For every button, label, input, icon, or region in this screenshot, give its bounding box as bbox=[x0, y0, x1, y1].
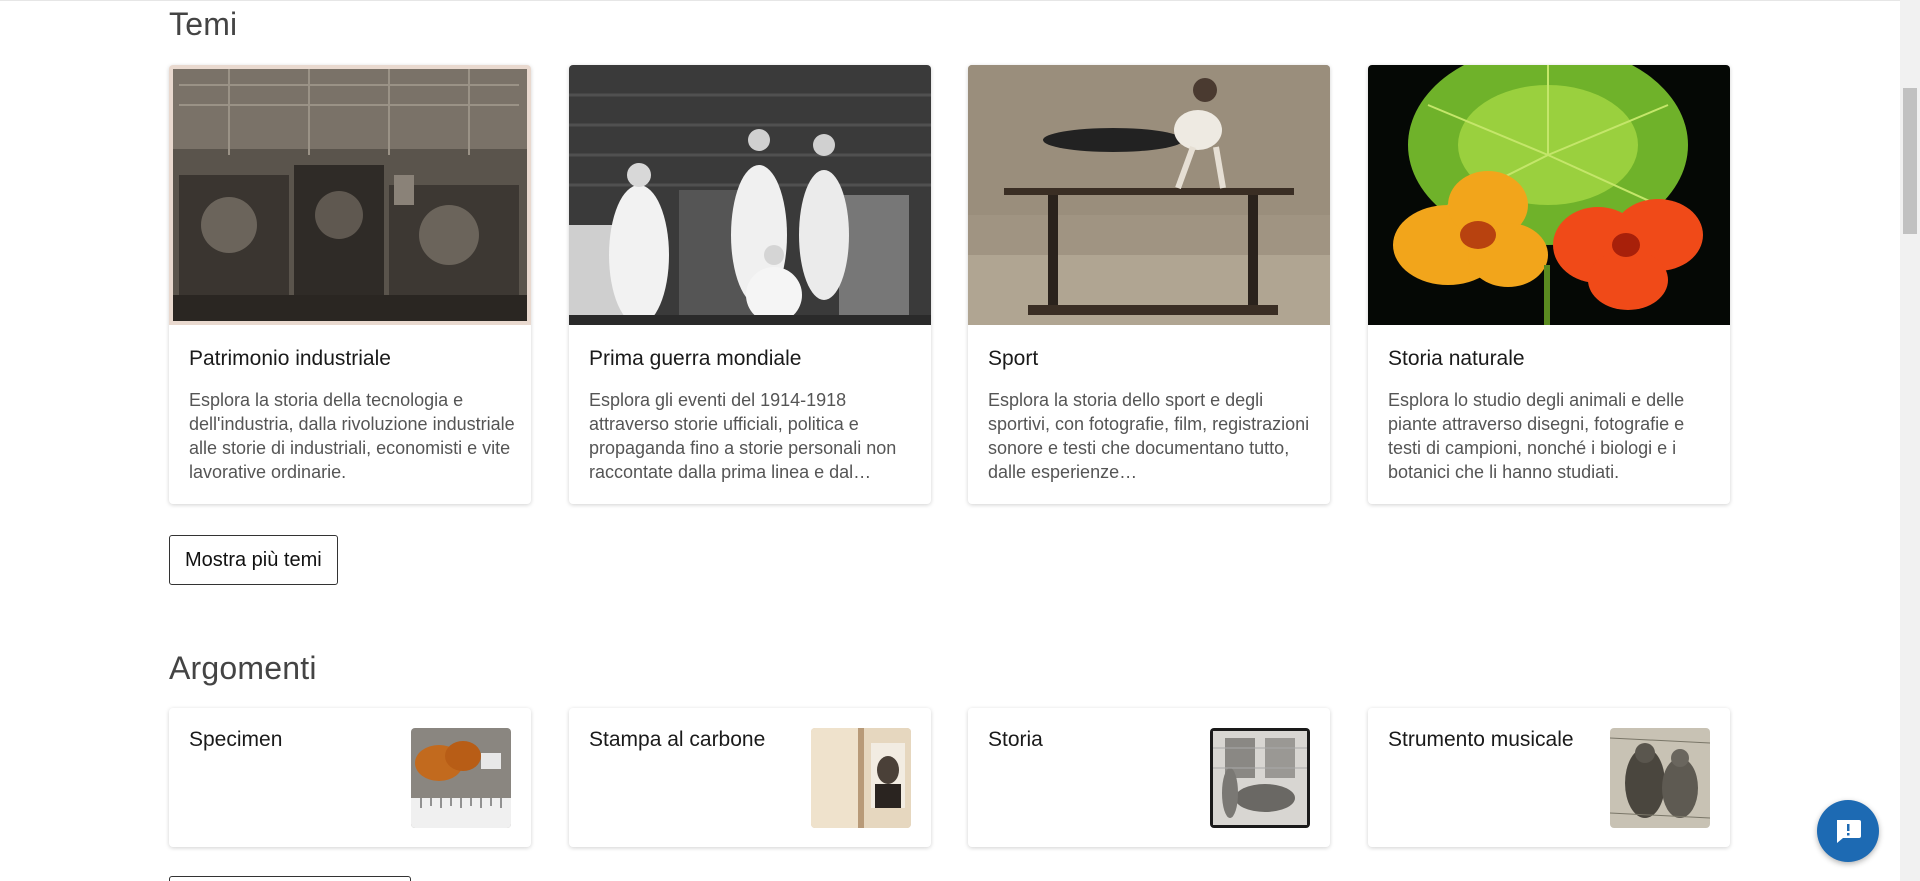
scrollbar-thumb[interactable] bbox=[1903, 88, 1917, 234]
chat-button[interactable] bbox=[1817, 800, 1879, 862]
theme-card-storia-naturale[interactable]: Storia naturale Esplora lo studio degli … bbox=[1368, 65, 1730, 504]
theme-image-gymnast bbox=[968, 65, 1330, 325]
topic-card-stampa-al-carbone[interactable]: Stampa al carbone bbox=[569, 708, 931, 847]
topic-card-storia[interactable]: Storia bbox=[968, 708, 1330, 847]
topic-thumb-engraving bbox=[1210, 728, 1310, 828]
topic-card-title: Specimen bbox=[189, 728, 283, 751]
topic-thumb-portrait-book bbox=[811, 728, 911, 828]
theme-card-description: Esplora gli eventi del 1914-1918 attrave… bbox=[589, 390, 897, 482]
chat-bubble-icon bbox=[1837, 820, 1861, 843]
theme-image-nasturtium bbox=[1368, 65, 1730, 325]
theme-card-prima-guerra-mondiale[interactable]: Prima guerra mondiale Esplora gli eventi… bbox=[569, 65, 931, 504]
theme-image-wwi-nurses bbox=[569, 65, 931, 325]
topic-card-specimen[interactable]: Specimen bbox=[169, 708, 531, 847]
section-title-argomenti: Argomenti bbox=[169, 650, 317, 686]
topic-card-strumento-musicale[interactable]: Strumento musicale bbox=[1368, 708, 1730, 847]
section-title-temi: Temi bbox=[169, 6, 238, 42]
show-more-themes-button[interactable]: Mostra più temi bbox=[169, 535, 338, 585]
theme-card-description: Esplora lo studio degli animali e delle … bbox=[1388, 390, 1685, 482]
page: Temi Patrimonio industriale Esplora la s… bbox=[0, 0, 1900, 881]
theme-card-title: Prima guerra mondiale bbox=[589, 347, 802, 370]
theme-card-description: Esplora la storia della tecnologia e del… bbox=[189, 390, 515, 482]
show-more-topics-button[interactable] bbox=[169, 876, 411, 881]
theme-card-description: Esplora la storia dello sport e degli sp… bbox=[988, 390, 1310, 482]
theme-card-title: Patrimonio industriale bbox=[189, 347, 391, 370]
topic-card-title: Strumento musicale bbox=[1388, 728, 1574, 751]
topic-card-title: Storia bbox=[988, 728, 1043, 751]
theme-card-title: Storia naturale bbox=[1388, 347, 1525, 370]
theme-card-patrimonio-industriale[interactable]: Patrimonio industriale Esplora la storia… bbox=[169, 65, 531, 504]
theme-card-title: Sport bbox=[988, 347, 1039, 370]
topic-card-title: Stampa al carbone bbox=[589, 728, 766, 751]
theme-card-sport[interactable]: Sport Esplora la storia dello sport e de… bbox=[968, 65, 1330, 504]
topic-thumb-etching bbox=[1610, 728, 1710, 828]
topic-thumb-butterfly bbox=[411, 728, 511, 828]
top-divider bbox=[0, 0, 1900, 1]
theme-image-industrial bbox=[169, 65, 531, 325]
